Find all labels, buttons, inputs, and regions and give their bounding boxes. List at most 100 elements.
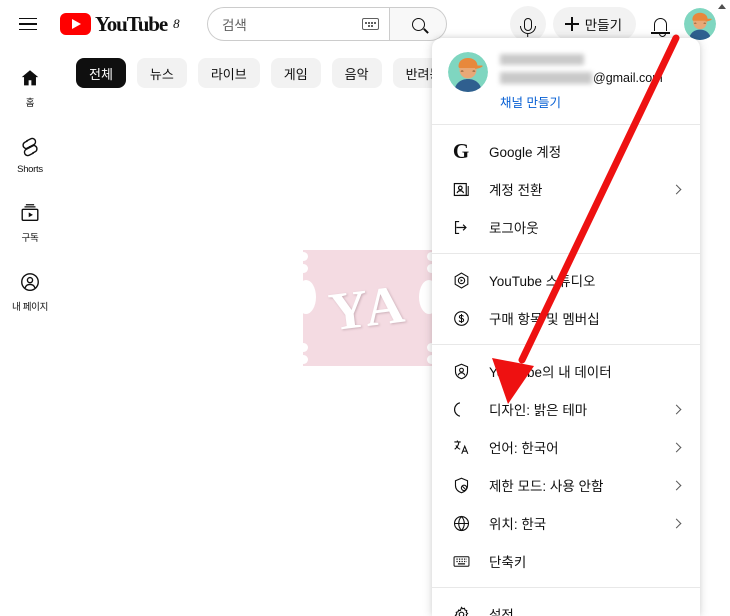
settings-gear-icon (450, 603, 472, 616)
sidebar-item-shorts-label: Shorts (17, 164, 43, 175)
subscriptions-icon (18, 201, 42, 225)
menu-item-sign-out-label: 로그아웃 (489, 221, 539, 236)
menu-item-location-label: 위치: 한국 (489, 517, 547, 532)
shorts-icon (18, 135, 42, 159)
menu-group-preferences: YouTube의 내 데이터 디자인: 밝은 테마 언어: 한국어 제한 모드:… (432, 345, 700, 587)
keyboard-icon[interactable] (362, 18, 379, 30)
search-area: 검색 (207, 7, 447, 41)
account-header: @gmail.com 채널 만들기 (432, 38, 700, 124)
youtube-logo[interactable]: YouTube 8 (60, 12, 180, 37)
sidebar-item-subscriptions[interactable]: 구독 (2, 193, 58, 248)
chip-music[interactable]: 음악 (331, 58, 382, 88)
chip-all[interactable]: 전체 (76, 58, 126, 88)
menu-item-google-account[interactable]: G Google 계정 (432, 132, 700, 170)
header-right-controls: 만들기 (509, 6, 716, 42)
menu-item-appearance[interactable]: 디자인: 밝은 테마 (432, 390, 700, 428)
youtube-logo-text: YouTube (95, 11, 168, 36)
menu-item-purchases-label: 구매 항목 및 멤버십 (489, 312, 600, 327)
plus-icon (564, 17, 579, 31)
account-dropdown-menu: @gmail.com 채널 만들기 G Google 계정 계정 전환 로그아웃… (432, 38, 700, 616)
switch-account-icon (450, 178, 472, 200)
ticket-thumbnail[interactable]: YA (296, 250, 439, 366)
your-data-icon (450, 360, 472, 382)
mini-sidebar: 홈 Shorts 구독 내 페이지 (0, 48, 60, 616)
menu-item-switch-account-label: 계정 전환 (489, 183, 543, 198)
bell-icon (650, 17, 670, 37)
sidebar-item-home[interactable]: 홈 (2, 58, 58, 113)
scrollbar-up-arrow[interactable] (718, 4, 726, 9)
youtube-play-icon (60, 13, 91, 35)
language-icon (450, 436, 472, 458)
ticket-scallop (299, 343, 308, 352)
voice-search-button[interactable] (509, 6, 546, 42)
search-placeholder: 검색 (222, 18, 247, 33)
account-email-redacted (500, 72, 592, 84)
youtube-page: YouTube 8 검색 만들기 홈 Shorts 구독 내 페이지 전체 뉴스… (0, 0, 730, 616)
home-icon (18, 66, 42, 90)
search-input[interactable]: 검색 (207, 7, 389, 41)
menu-item-youtube-studio-label: YouTube 스튜디오 (489, 274, 596, 289)
chip-gaming[interactable]: 게임 (270, 58, 321, 88)
menu-item-keyboard-shortcuts-label: 단축키 (489, 555, 527, 570)
menu-item-restricted-mode-label: 제한 모드: 사용 안함 (489, 479, 604, 494)
menu-item-your-data[interactable]: YouTube의 내 데이터 (432, 352, 700, 390)
chevron-right-icon (671, 404, 682, 414)
ticket-notch-left (296, 280, 316, 314)
menu-item-appearance-label: 디자인: 밝은 테마 (489, 403, 588, 418)
google-g-icon: G (452, 138, 470, 163)
category-chip-bar: 전체 뉴스 라이브 게임 음악 반려동물 (76, 58, 467, 88)
create-button-label: 만들기 (584, 18, 622, 33)
sidebar-item-you[interactable]: 내 페이지 (2, 262, 58, 317)
sidebar-item-home-label: 홈 (25, 98, 35, 109)
account-avatar-button[interactable] (684, 8, 716, 40)
ticket-label: YA (325, 273, 410, 343)
chevron-right-icon (671, 518, 682, 528)
menu-item-language-label: 언어: 한국어 (489, 441, 559, 456)
chip-news[interactable]: 뉴스 (136, 58, 187, 88)
account-header-avatar (448, 52, 488, 92)
sidebar-item-shorts[interactable]: Shorts (2, 127, 58, 179)
restricted-mode-icon (450, 474, 472, 496)
ticket-scallop (299, 252, 308, 261)
keyboard-shortcuts-icon (450, 550, 472, 572)
sidebar-item-subscriptions-label: 구독 (21, 233, 39, 244)
menu-group-studio: YouTube 스튜디오 구매 항목 및 멤버십 (432, 254, 700, 344)
you-person-icon (18, 270, 42, 294)
menu-group-account: G Google 계정 계정 전환 로그아웃 (432, 125, 700, 253)
menu-item-settings-label: 설정 (489, 608, 514, 616)
youtube-logo-superscript: 8 (173, 16, 180, 31)
account-info: @gmail.com 채널 만들기 (500, 52, 684, 112)
location-globe-icon (450, 512, 472, 534)
menu-item-switch-account[interactable]: 계정 전환 (432, 170, 700, 208)
menu-item-language[interactable]: 언어: 한국어 (432, 428, 700, 466)
menu-item-youtube-studio[interactable]: YouTube 스튜디오 (432, 261, 700, 299)
menu-item-your-data-label: YouTube의 내 데이터 (489, 365, 612, 380)
chip-live[interactable]: 라이브 (197, 58, 260, 88)
menu-item-keyboard-shortcuts[interactable]: 단축키 (432, 542, 700, 580)
chevron-right-icon (671, 442, 682, 452)
chevron-right-icon (671, 480, 682, 490)
menu-item-location[interactable]: 위치: 한국 (432, 504, 700, 542)
menu-item-settings[interactable]: 설정 (432, 595, 700, 616)
youtube-studio-icon (450, 269, 472, 291)
ticket-scallop (299, 355, 308, 364)
appearance-moon-icon (450, 398, 472, 420)
sign-out-icon (450, 216, 472, 238)
search-icon (411, 17, 425, 31)
account-email-domain: @gmail.com (593, 71, 663, 85)
menu-item-restricted-mode[interactable]: 제한 모드: 사용 안함 (432, 466, 700, 504)
menu-item-sign-out[interactable]: 로그아웃 (432, 208, 700, 246)
hamburger-menu-icon[interactable] (8, 4, 48, 44)
notifications-button[interactable] (643, 7, 677, 41)
search-submit-button[interactable] (389, 7, 447, 41)
create-button[interactable]: 만들기 (552, 7, 636, 41)
create-channel-link[interactable]: 채널 만들기 (500, 92, 561, 111)
ticket-scallop (299, 264, 308, 273)
chevron-right-icon (671, 184, 682, 194)
microphone-icon (519, 17, 536, 34)
account-email-row: @gmail.com (500, 71, 684, 85)
account-name-redacted (500, 53, 584, 65)
purchases-icon (450, 307, 472, 329)
menu-item-purchases[interactable]: 구매 항목 및 멤버십 (432, 299, 700, 337)
menu-item-google-account-label: Google 계정 (489, 145, 562, 160)
